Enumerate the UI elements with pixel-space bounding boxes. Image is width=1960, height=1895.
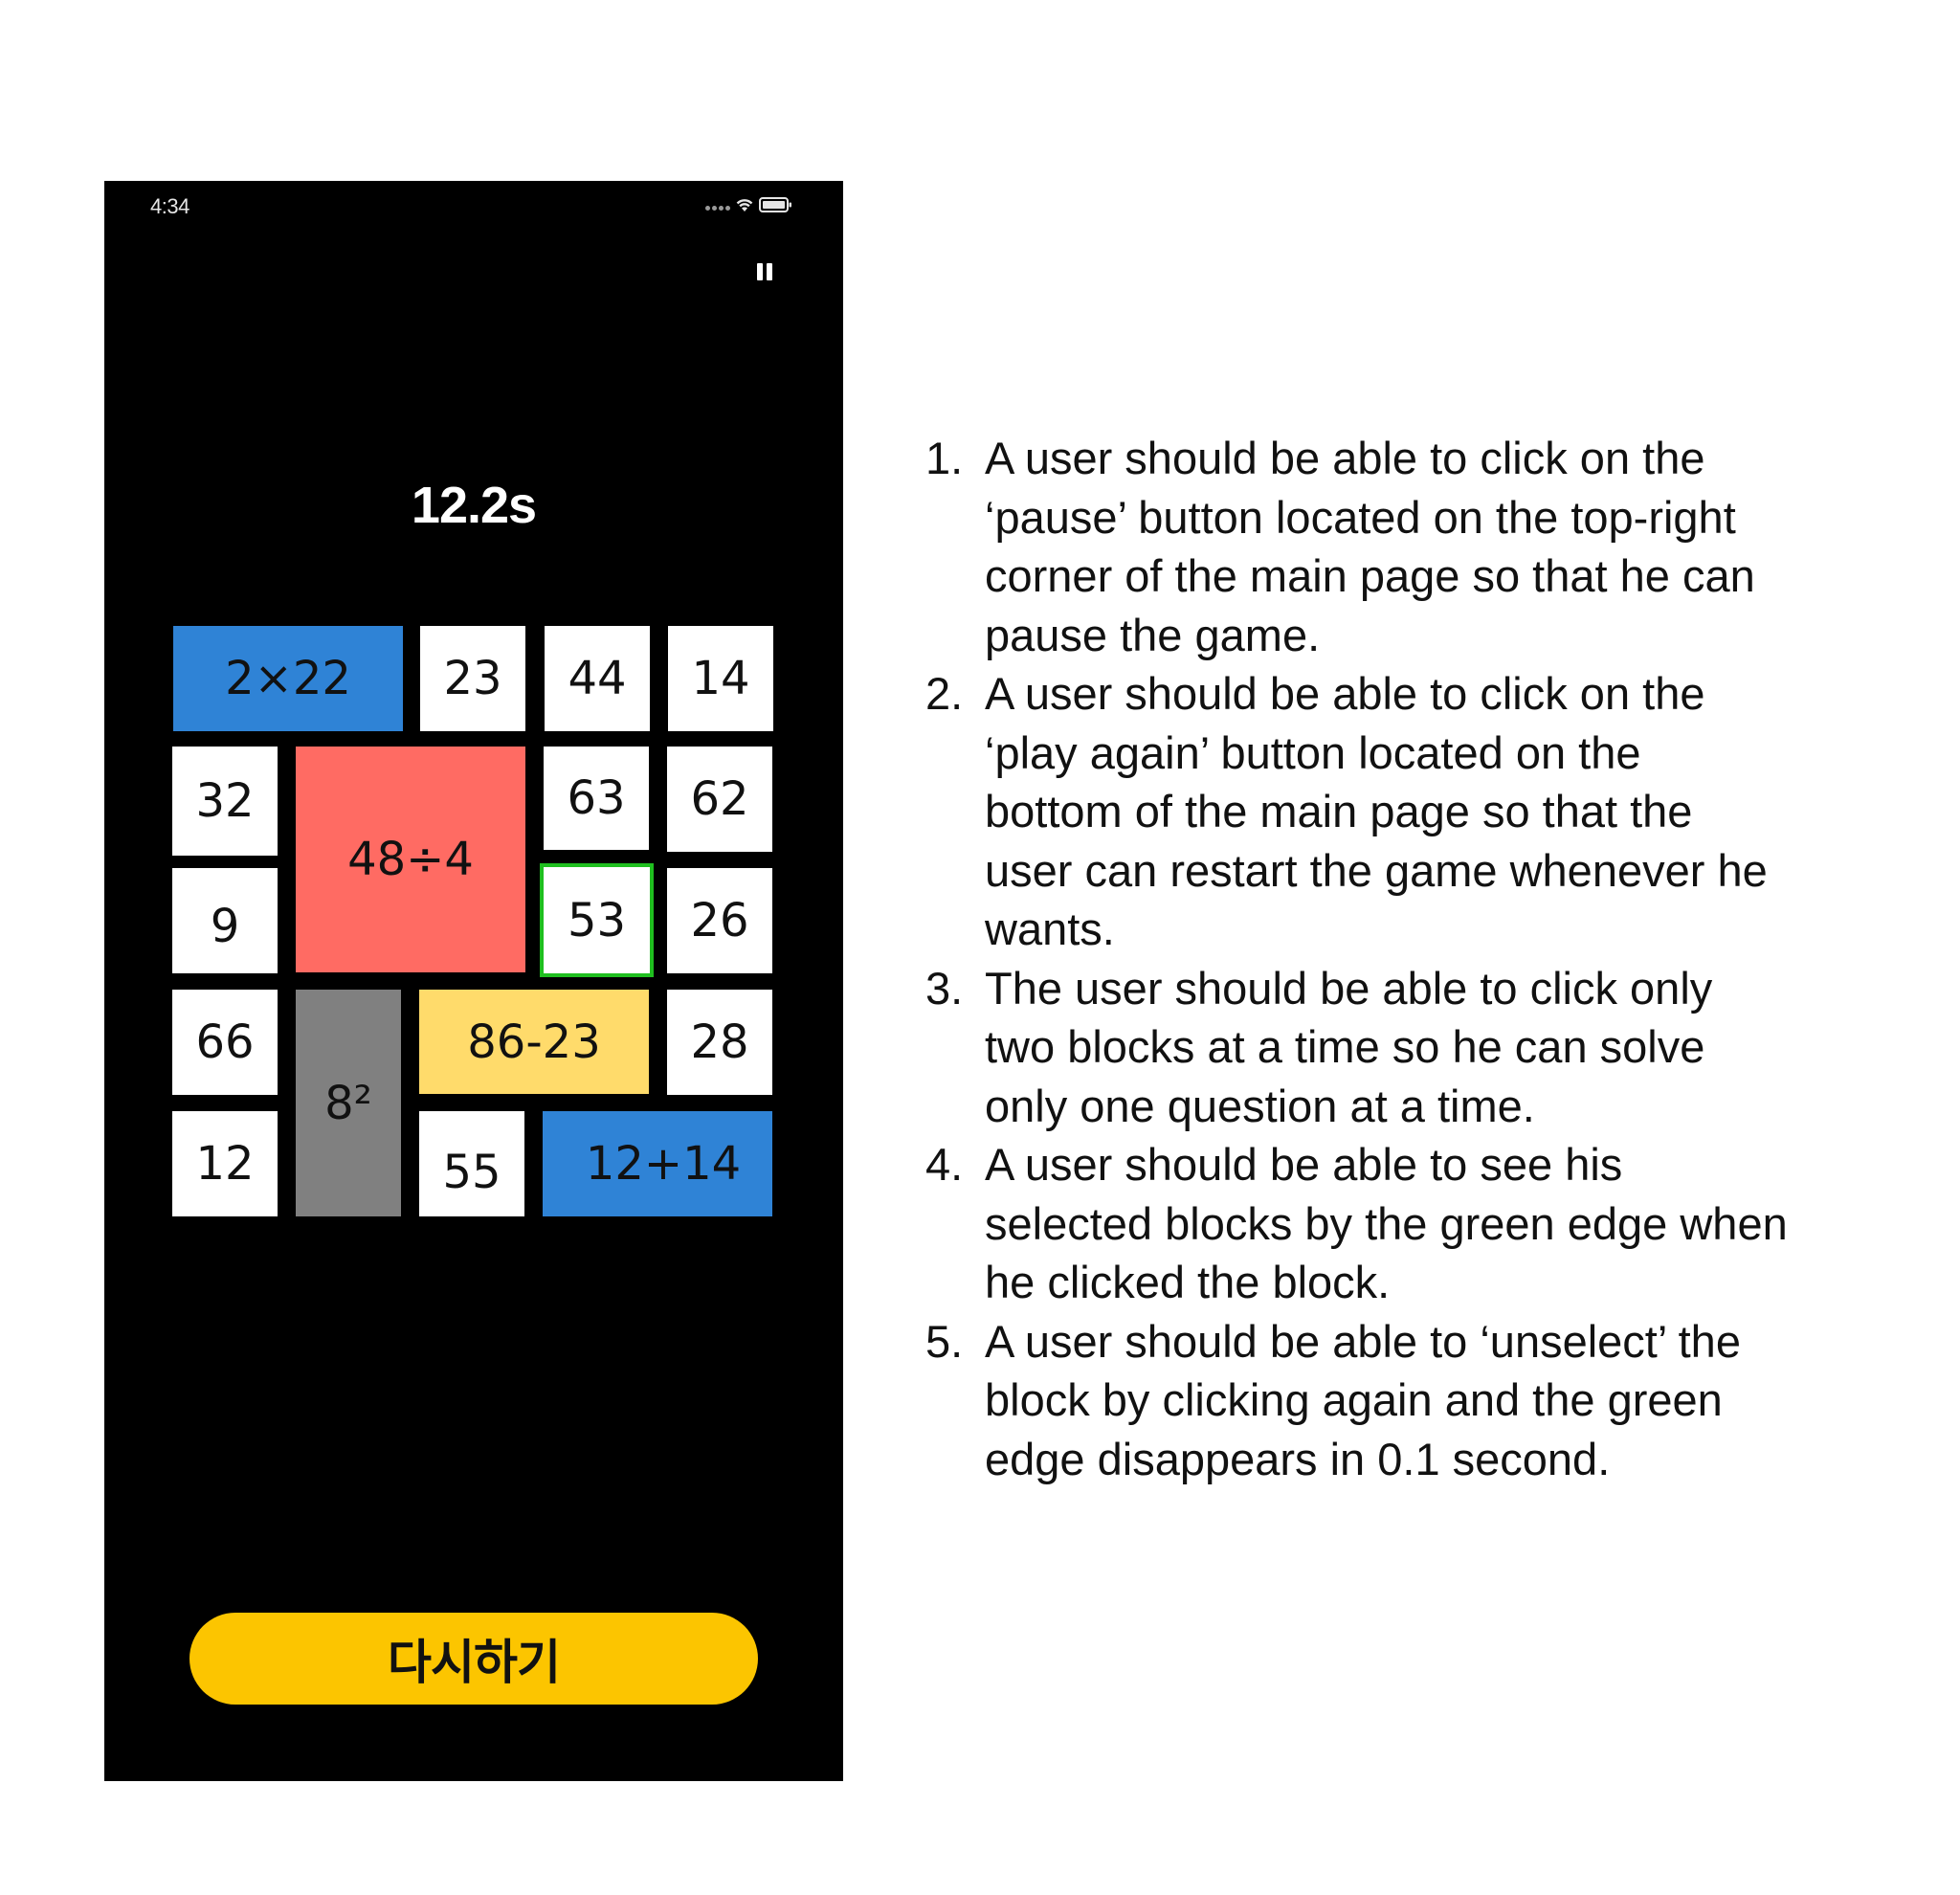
block-63[interactable]: 63 bbox=[544, 747, 649, 850]
requirement-line: A user should be able to click on the bbox=[985, 433, 1705, 483]
requirement-number: 5. bbox=[925, 1315, 964, 1367]
requirement-number: 1. bbox=[925, 433, 964, 483]
block-14[interactable]: 14 bbox=[668, 626, 773, 731]
requirement-number: 4. bbox=[925, 1139, 964, 1190]
block-86-23[interactable]: 86-23 bbox=[419, 990, 649, 1094]
block-32[interactable]: 32 bbox=[172, 747, 278, 856]
phone-screen: 4:34 12.2s 2×22 23 44 14 32 48÷4 63 62 9… bbox=[104, 181, 843, 1781]
requirement-line: A user should be able to see his bbox=[985, 1139, 1623, 1190]
requirement-line: bottom of the main page so that the bbox=[985, 786, 1693, 836]
requirement-item: 3. The user should be able to click only… bbox=[922, 959, 1946, 1136]
requirements-list: 1. A user should be able to click on the… bbox=[922, 429, 1946, 1488]
requirement-line: he clicked the block. bbox=[985, 1257, 1391, 1307]
requirement-item: 4. A user should be able to see his sele… bbox=[922, 1135, 1946, 1312]
requirement-line: wants. bbox=[985, 903, 1115, 954]
block-62[interactable]: 62 bbox=[667, 747, 772, 852]
play-again-button[interactable]: 다시하기 bbox=[189, 1613, 758, 1705]
block-28[interactable]: 28 bbox=[667, 990, 772, 1095]
requirement-line: A user should be able to click on the bbox=[985, 668, 1705, 719]
requirement-line: corner of the main page so that he can bbox=[985, 550, 1755, 601]
battery-icon bbox=[759, 197, 791, 212]
block-12[interactable]: 12 bbox=[172, 1111, 278, 1216]
block-23[interactable]: 23 bbox=[420, 626, 525, 731]
block-8-squared[interactable]: 8² bbox=[296, 990, 401, 1216]
requirement-line: user can restart the game whenever he bbox=[985, 844, 1768, 896]
status-icons bbox=[705, 196, 793, 213]
requirement-line: edge disappears in 0.1 second. bbox=[985, 1433, 1611, 1484]
requirement-item: 5. A user should be able to ‘unselect’ t… bbox=[922, 1312, 1946, 1489]
signal-dots-icon bbox=[705, 205, 730, 211]
block-66[interactable]: 66 bbox=[172, 990, 278, 1095]
requirement-line: ‘play again’ button located on the bbox=[985, 726, 1641, 778]
requirement-number: 2. bbox=[925, 668, 964, 719]
block-2x22[interactable]: 2×22 bbox=[173, 626, 403, 731]
requirement-line: two blocks at a time so he can solve bbox=[985, 1021, 1705, 1072]
wifi-icon bbox=[736, 199, 753, 212]
requirement-line: ‘pause’ button located on the top-right bbox=[985, 491, 1736, 543]
requirement-line: only one question at a time. bbox=[985, 1080, 1535, 1131]
block-26[interactable]: 26 bbox=[667, 868, 772, 973]
requirement-number: 3. bbox=[925, 962, 964, 1014]
pause-icon bbox=[757, 263, 763, 280]
requirement-line: The user should be able to click only bbox=[985, 962, 1713, 1014]
block-48div4[interactable]: 48÷4 bbox=[296, 747, 525, 972]
requirement-line: A user should be able to ‘unselect’ the bbox=[985, 1315, 1741, 1367]
timer-display: 12.2s bbox=[411, 477, 537, 534]
block-12plus14[interactable]: 12+14 bbox=[543, 1111, 772, 1216]
block-44[interactable]: 44 bbox=[545, 626, 650, 731]
status-time: 4:34 bbox=[150, 194, 189, 218]
requirement-line: selected blocks by the green edge when bbox=[985, 1197, 1788, 1249]
requirement-line: pause the game. bbox=[985, 609, 1321, 660]
block-55[interactable]: 55 bbox=[419, 1111, 524, 1216]
requirement-item: 1. A user should be able to click on the… bbox=[922, 429, 1946, 664]
requirement-line: block by clicking again and the green bbox=[985, 1374, 1723, 1425]
block-9[interactable]: 9 bbox=[172, 868, 278, 973]
block-53[interactable]: 53 bbox=[540, 863, 654, 977]
requirement-item: 2. A user should be able to click on the… bbox=[922, 664, 1946, 959]
pause-button[interactable] bbox=[755, 261, 776, 284]
